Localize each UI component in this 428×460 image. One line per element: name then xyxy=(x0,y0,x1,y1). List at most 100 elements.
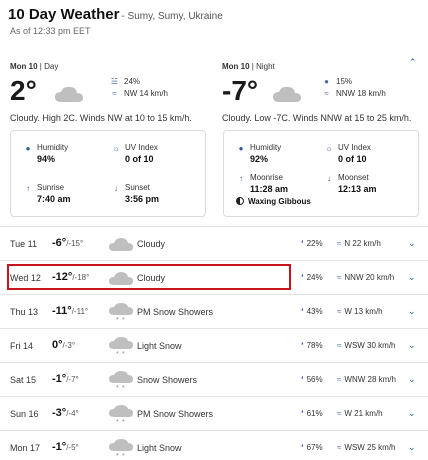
humidity-drop-icon: ● xyxy=(25,144,31,153)
day-period: Mon 10 | Day 2° ☱ 24% ≈ NW 14 km/h Cloudy.… xyxy=(10,62,210,124)
cloud-icon xyxy=(109,238,133,251)
forecast-temp: -3°/-4° xyxy=(52,407,79,419)
day-temperature: 2° xyxy=(10,75,37,106)
svg-text:*: * xyxy=(116,351,119,357)
raindrop-icon: ❛ xyxy=(301,239,304,248)
forecast-condition: Light Snow xyxy=(137,443,182,453)
night-wind: ≈ NNW 18 km/h xyxy=(322,89,386,98)
night-details-card: ● Humidity 92% ☼ UV Index 0 of 10 ↑ Moon… xyxy=(223,130,419,217)
chevron-down-icon[interactable]: ⌄ xyxy=(408,238,416,249)
chevron-down-icon[interactable]: ⌄ xyxy=(408,374,416,385)
cloud-icon xyxy=(55,86,83,102)
cloud-icon xyxy=(273,86,301,102)
forecast-condition: Cloudy xyxy=(137,239,166,249)
day-summary: Cloudy. High 2C. Winds NW at 10 to 15 km… xyxy=(10,113,192,123)
forecast-wind: ≈ W 13 km/h xyxy=(337,307,383,316)
wind-icon: ≈ xyxy=(337,273,342,282)
forecast-precip: ❛ 78% xyxy=(301,341,323,350)
night-period-label: Mon 10 | Night xyxy=(222,62,275,71)
svg-text:*: * xyxy=(116,317,119,323)
snow-cloud-icon: * * xyxy=(109,439,133,459)
svg-text:*: * xyxy=(122,351,125,357)
night-summary: Cloudy. Low -7C. Winds NNW at 15 to 25 k… xyxy=(222,113,412,123)
snow-cloud-icon: * * xyxy=(109,371,133,391)
wind-icon: ≈ xyxy=(337,443,342,452)
forecast-wind: ≈ W 21 km/h xyxy=(337,409,383,418)
forecast-wind: ≈ WSW 30 km/h xyxy=(337,341,396,350)
wind-icon: ≈ xyxy=(337,409,342,418)
forecast-day: Fri 14 xyxy=(10,341,34,351)
wind-icon: ≈ xyxy=(324,89,329,98)
wind-icon: ≈ xyxy=(337,341,342,350)
forecast-condition: Cloudy xyxy=(137,273,166,283)
chevron-down-icon[interactable]: ⌄ xyxy=(408,408,416,419)
page-title: 10 Day Weather - Sumy, Sumy, Ukraine xyxy=(8,6,223,23)
sunrise-icon: ↑ xyxy=(26,184,30,193)
forecast-precip: ❛ 61% xyxy=(301,409,323,418)
forecast-day: Wed 12 xyxy=(10,273,41,283)
forecast-row[interactable]: Sat 15 -1°/-7° * * Snow Showers ❛ 56% ≈ WNW… xyxy=(0,362,428,396)
precip-icon: ☱ xyxy=(110,77,119,86)
forecast-condition: PM Snow Showers xyxy=(137,409,214,419)
page-header: 10 Day Weather - Sumy, Sumy, Ukraine xyxy=(8,6,223,24)
forecast-row[interactable]: Thu 13 -11°/-11° * * PM Snow Showers ❛ 43%… xyxy=(0,294,428,328)
moon-phase: Waxing Gibbous xyxy=(236,197,311,206)
forecast-temp: -1°/-5° xyxy=(52,441,79,453)
chevron-down-icon[interactable]: ⌄ xyxy=(408,306,416,317)
day-wind: ≈ NW 14 km/h xyxy=(110,89,168,98)
forecast-condition: Snow Showers xyxy=(137,375,198,385)
wind-icon: ≈ xyxy=(112,89,117,98)
svg-text:*: * xyxy=(116,419,119,425)
wind-icon: ≈ xyxy=(337,375,342,384)
moonset-icon: ↓ xyxy=(327,174,331,183)
forecast-day: Thu 13 xyxy=(10,307,39,317)
forecast-row[interactable]: Sun 16 -3°/-4° * * PM Snow Showers ❛ 61% ≈… xyxy=(0,396,428,430)
forecast-condition: Light Snow xyxy=(137,341,182,351)
raindrop-icon: ❛ xyxy=(301,443,304,452)
wind-icon: ≈ xyxy=(337,307,342,316)
precip-icon: ● xyxy=(324,77,329,86)
forecast-row[interactable]: Mon 17 -1°/-5° * * Light Snow ❛ 67% ≈ WSW 2… xyxy=(0,430,428,460)
raindrop-icon: ❛ xyxy=(301,273,304,282)
day-period-label: Mon 10 | Day xyxy=(10,62,59,71)
chevron-down-icon[interactable]: ⌄ xyxy=(408,272,416,283)
chevron-down-icon[interactable]: ⌄ xyxy=(408,340,416,351)
forecast-day: Mon 17 xyxy=(10,443,41,453)
svg-text:*: * xyxy=(122,419,125,425)
moon-phase-icon xyxy=(236,197,244,205)
forecast-day: Tue 11 xyxy=(10,239,38,249)
forecast-row[interactable]: Tue 11 -6°/-15° Cloudy ❛ 22% ≈ N 22 km/h ⌄ xyxy=(0,226,428,260)
sunset-icon: ↓ xyxy=(114,184,118,193)
forecast-condition: PM Snow Showers xyxy=(137,307,214,317)
svg-text:*: * xyxy=(116,385,119,391)
forecast-precip: ❛ 43% xyxy=(301,307,323,316)
forecast-precip: ❛ 24% xyxy=(301,273,323,282)
forecast-wind: ≈ N 22 km/h xyxy=(337,239,381,248)
cloud-icon xyxy=(109,272,133,285)
night-temperature: -7° xyxy=(222,75,259,106)
raindrop-icon: ❛ xyxy=(301,409,304,418)
as-of-timestamp: As of 12:33 pm EET xyxy=(10,26,91,36)
chevron-down-icon[interactable]: ⌄ xyxy=(408,442,416,453)
forecast-temp: -12°/-18° xyxy=(52,271,90,283)
forecast-precip: ❛ 22% xyxy=(301,239,323,248)
forecast-day: Sat 15 xyxy=(10,375,37,385)
night-period: Mon 10 | Night -7° ● 15% ≈ NNW 18 km/h Clo… xyxy=(222,62,422,124)
svg-text:*: * xyxy=(122,317,125,323)
night-precip: ● 15% xyxy=(322,77,352,86)
forecast-precip: ❛ 67% xyxy=(301,443,323,452)
snow-cloud-icon: * * xyxy=(109,405,133,425)
forecast-day: Sun 16 xyxy=(10,409,39,419)
location-label: - Sumy, Sumy, Ukraine xyxy=(121,11,223,22)
raindrop-icon: ❛ xyxy=(301,307,304,316)
day-details-card: ● Humidity 94% ☼ UV Index 0 of 10 ↑ Sunr… xyxy=(10,130,206,217)
moonrise-icon: ↑ xyxy=(239,174,243,183)
forecast-row[interactable]: Wed 12 -12°/-18° Cloudy ❛ 24% ≈ NNW 20 km/… xyxy=(0,260,428,294)
forecast-precip: ❛ 56% xyxy=(301,375,323,384)
forecast-row[interactable]: Fri 14 0°/-3° * * Light Snow ❛ 78% ≈ WSW 30… xyxy=(0,328,428,362)
raindrop-icon: ❛ xyxy=(301,375,304,384)
uv-sun-icon: ☼ xyxy=(325,144,333,153)
day-precip: ☱ 24% xyxy=(110,77,141,86)
forecast-temp: -6°/-15° xyxy=(52,237,84,249)
svg-text:*: * xyxy=(122,453,125,459)
